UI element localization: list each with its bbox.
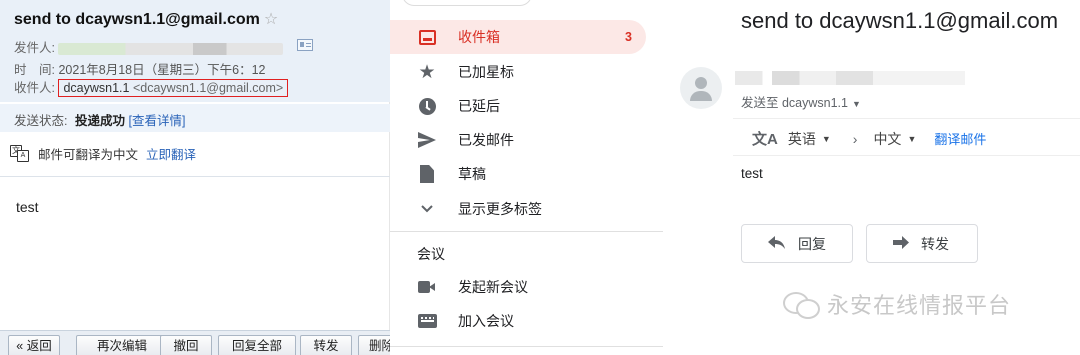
chevron-down-icon (416, 198, 438, 220)
time-label: 时 间: (14, 63, 55, 77)
divider (0, 176, 390, 177)
delivery-status: 发送状态: 投递成功 [查看详情] (0, 104, 390, 132)
translate-bar: 文A 英语 ▼ › 中文 ▼ 翻译邮件 (733, 118, 1080, 156)
sidebar-item-sent[interactable]: 已发邮件 (390, 123, 646, 157)
meet-new-meeting[interactable]: 发起新会议 (390, 270, 646, 304)
meet-item-label: 发起新会议 (458, 279, 528, 295)
sidebar-item-label: 收件箱 (458, 29, 500, 45)
sender-redacted (58, 42, 284, 55)
translate-now-link[interactable]: 立即翻译 (146, 144, 196, 163)
back-button[interactable]: « 返回 (8, 335, 60, 355)
divider (390, 231, 663, 232)
gmail-message-panel: send to dcaywsn1.1@gmail.com 发送至 dcaywsn… (673, 0, 1080, 355)
sidebar-item-label: 已延后 (458, 98, 500, 114)
contact-card-icon[interactable] (297, 39, 313, 51)
reply-icon (768, 235, 786, 252)
meet-item-label: 加入会议 (458, 313, 514, 329)
sidebar-item-more[interactable]: 显示更多标签 (390, 192, 646, 226)
recipient-details[interactable]: 发送至 dcaywsn1.1 ▼ (741, 92, 861, 111)
from-label: 发件人: (14, 41, 55, 55)
recall-button[interactable]: 撤回 (160, 335, 212, 355)
mail-subject: send to dcaywsn1.1@gmail.com ☆ (14, 9, 278, 29)
keyboard-icon (416, 310, 438, 332)
sidebar-item-label: 已加星标 (458, 64, 514, 80)
translate-text: 邮件可翻译为中文 (38, 148, 139, 162)
translate-bar: 文A 邮件可翻译为中文 立即翻译 (10, 144, 196, 163)
message-body: test (741, 166, 763, 181)
translate-icon: 文A (10, 144, 30, 163)
forward-button[interactable]: 转发 (866, 224, 978, 263)
sidebar-item-label: 显示更多标签 (458, 201, 542, 217)
recipient-email: <dcaywsn1.1@gmail.com> (132, 81, 284, 95)
gmail-sidebar: 收件箱 3 ★ 已加星标 已延后 已发邮件 草稿 显示更多标签 会议 发起新会议… (390, 0, 673, 355)
reply-all-button[interactable]: 回复全部 (218, 335, 296, 355)
sidebar-item-inbox[interactable]: 收件箱 3 (390, 20, 646, 54)
wechat-logo-icon (783, 290, 820, 319)
clock-icon (416, 95, 438, 117)
forward-button[interactable]: 转发 (300, 335, 352, 355)
mail-toolbar: « 返回 再次编辑 撤回 回复全部 转发 删除 (0, 330, 398, 355)
reply-label: 回复 (798, 235, 826, 252)
recipient-name: dcaywsn1.1 (63, 81, 130, 95)
source-language-select[interactable]: 英语 (788, 129, 816, 149)
time-row: 时 间: 2021年8月18日（星期三）下午6：12 (14, 59, 266, 78)
watermark-text: 永安在线情报平台 (827, 293, 1012, 318)
compose-button[interactable] (402, 0, 532, 6)
recipient-highlight[interactable]: dcaywsn1.1 <dcaywsn1.1@gmail.com> (58, 79, 289, 97)
time-value: 2021年8月18日（星期三）下午6：12 (58, 63, 266, 77)
caret-down-icon: ▼ (907, 133, 917, 144)
translate-message-link[interactable]: 翻译邮件 (934, 129, 986, 148)
forward-icon (893, 235, 909, 252)
message-subject: send to dcaywsn1.1@gmail.com (741, 8, 1059, 33)
to-row: 收件人: dcaywsn1.1 <dcaywsn1.1@gmail.com> (14, 77, 289, 97)
divider (390, 346, 663, 347)
mail-subject-text: send to dcaywsn1.1@gmail.com (14, 11, 260, 28)
chevron-right-icon: › (852, 130, 858, 147)
avatar[interactable] (680, 67, 722, 109)
meet-join-meeting[interactable]: 加入会议 (390, 304, 646, 338)
sidebar-item-label: 已发邮件 (458, 132, 514, 148)
sender-redacted (735, 71, 965, 85)
watermark: 永安在线情报平台 (783, 288, 1011, 320)
status-detail-link[interactable]: [查看详情] (128, 114, 185, 128)
draft-icon (416, 163, 438, 185)
meet-section-title: 会议 (417, 246, 445, 262)
from-row: 发件人: (14, 37, 284, 56)
reply-button[interactable]: 回复 (741, 224, 853, 263)
send-icon (416, 129, 438, 151)
caret-down-icon: ▼ (851, 99, 861, 109)
qqmail-panel: send to dcaywsn1.1@gmail.com ☆ 发件人: 时 间: … (0, 0, 398, 355)
edit-again-button[interactable]: 再次编辑 (76, 335, 168, 355)
forward-label: 转发 (921, 235, 949, 252)
sidebar-item-starred[interactable]: ★ 已加星标 (390, 55, 646, 89)
star-icon[interactable]: ☆ (264, 11, 278, 28)
caret-down-icon: ▼ (821, 133, 831, 144)
translate-icon: 文A (752, 131, 778, 148)
unread-count: 3 (625, 30, 632, 44)
sidebar-item-drafts[interactable]: 草稿 (390, 157, 646, 191)
sidebar-item-label: 草稿 (458, 166, 486, 182)
star-icon: ★ (418, 61, 436, 83)
target-language-select[interactable]: 中文 (873, 129, 901, 149)
status-value: 投递成功 (74, 114, 125, 128)
status-label: 发送状态: (14, 114, 68, 128)
to-label: 收件人: (14, 81, 55, 95)
sent-to-text: 发送至 dcaywsn1.1 (741, 96, 848, 110)
mail-body: test (16, 199, 39, 215)
sidebar-item-snoozed[interactable]: 已延后 (390, 89, 646, 123)
video-camera-icon (416, 276, 438, 298)
inbox-icon (416, 26, 438, 48)
